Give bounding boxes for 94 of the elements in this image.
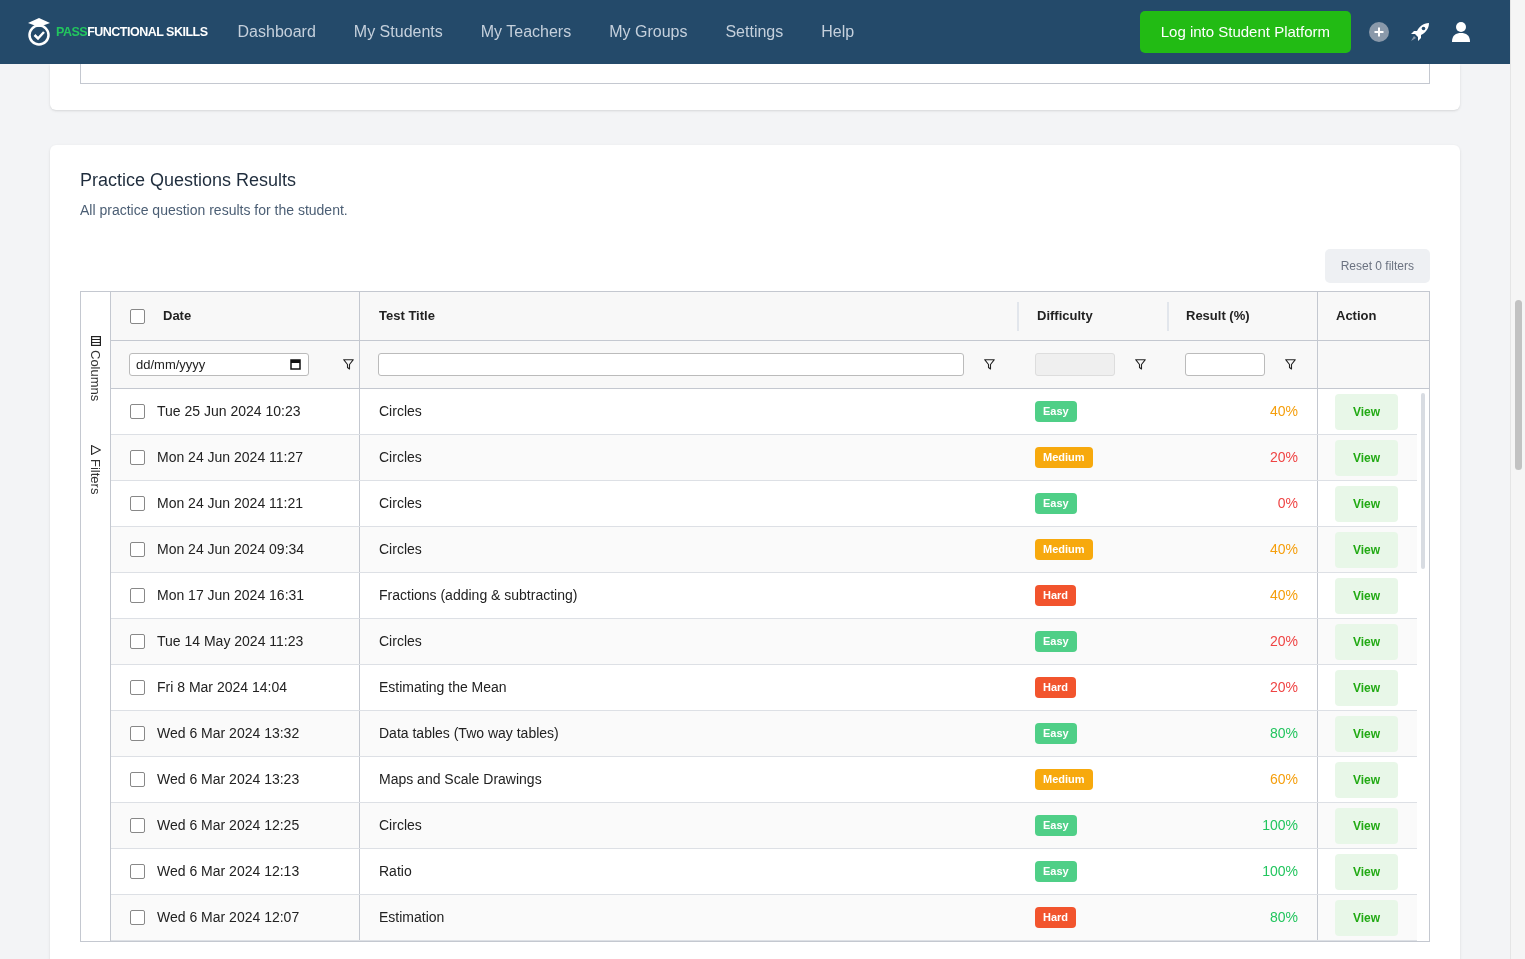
- table-cell-text: Wed 6 Mar 2024 13:23: [157, 770, 300, 789]
- row-checkbox[interactable]: [130, 772, 145, 787]
- table-cell-text: Estimation: [379, 908, 445, 927]
- table-cell-text: Mon 24 Jun 2024 11:21: [157, 494, 304, 513]
- difficulty-badge: Easy: [1035, 861, 1077, 882]
- result-filter-field[interactable]: [1185, 353, 1265, 376]
- difficulty-badge: Medium: [1035, 539, 1093, 560]
- card-title: Practice Questions Results: [80, 169, 298, 192]
- scrollbar-thumb[interactable]: [1421, 393, 1425, 569]
- row-checkbox[interactable]: [130, 496, 145, 511]
- table-cell-text: Fractions (adding & subtracting): [379, 586, 578, 605]
- result-value: 40%: [1269, 402, 1298, 421]
- reset-filters-button[interactable]: Reset 0 filters: [1324, 249, 1430, 283]
- nav-link[interactable]: Settings: [725, 20, 784, 44]
- column-header[interactable]: Action: [1336, 306, 1377, 326]
- table-cell-text: Wed 6 Mar 2024 13:32: [157, 724, 300, 743]
- table-cell-text: Wed 6 Mar 2024 12:25: [157, 816, 300, 835]
- row-checkbox[interactable]: [130, 588, 145, 603]
- column-header[interactable]: Result (%): [1186, 306, 1250, 326]
- table-cell-text: Circles: [379, 494, 422, 513]
- table-cell-text: Circles: [379, 632, 422, 651]
- row-checkbox[interactable]: [130, 542, 145, 557]
- row-checkbox[interactable]: [130, 404, 145, 419]
- difficulty-badge: Easy: [1035, 815, 1077, 836]
- filter-icon[interactable]: [1285, 359, 1296, 370]
- table-cell-text: Tue 14 May 2024 11:23: [157, 632, 304, 651]
- filter-icon: [90, 445, 101, 456]
- side-panel-tab[interactable]: Filters: [85, 445, 106, 495]
- rocket-icon[interactable]: [1410, 22, 1430, 42]
- table-cell-text: Wed 6 Mar 2024 12:07: [157, 908, 300, 927]
- filter-icon[interactable]: [343, 359, 354, 370]
- result-value: 60%: [1269, 770, 1298, 789]
- table-cell-text: Fri 8 Mar 2024 14:04: [157, 678, 287, 697]
- table-cell-text: Circles: [379, 816, 422, 835]
- row-checkbox[interactable]: [130, 910, 145, 925]
- result-value: 20%: [1269, 678, 1298, 697]
- result-value: 100%: [1262, 862, 1298, 881]
- table-cell-text: Mon 17 Jun 2024 16:31: [157, 586, 305, 605]
- title-filter-field[interactable]: [378, 353, 964, 376]
- user-icon[interactable]: [1452, 22, 1470, 42]
- nav-link[interactable]: My Groups: [609, 20, 688, 44]
- table-cell-text: Circles: [379, 402, 422, 421]
- difficulty-filter-field[interactable]: [1035, 353, 1115, 376]
- difficulty-badge: Hard: [1035, 677, 1077, 698]
- nav-link[interactable]: Dashboard: [237, 20, 316, 44]
- select-all-checkbox[interactable]: [130, 308, 145, 324]
- row-checkbox[interactable]: [130, 634, 145, 649]
- result-value: 40%: [1269, 540, 1298, 559]
- difficulty-badge: Easy: [1035, 723, 1077, 744]
- filter-icon[interactable]: [984, 359, 995, 370]
- result-value: 0%: [1277, 494, 1298, 513]
- logo-icon: [26, 17, 52, 47]
- column-header[interactable]: Date: [163, 306, 192, 326]
- result-value: 20%: [1269, 448, 1298, 467]
- table-cell-text: Circles: [379, 540, 422, 559]
- side-panel-tab[interactable]: Columns: [85, 336, 106, 402]
- column-header[interactable]: Difficulty: [1037, 306, 1093, 326]
- difficulty-badge: Easy: [1035, 401, 1077, 422]
- nav-link[interactable]: My Teachers: [480, 20, 572, 44]
- difficulty-badge: Medium: [1035, 447, 1093, 468]
- add-icon[interactable]: [1369, 22, 1389, 42]
- table-cell-text: Data tables (Two way tables): [379, 724, 559, 743]
- difficulty-badge: Easy: [1035, 493, 1077, 514]
- result-value: 40%: [1269, 586, 1298, 605]
- table-cell-text: Maps and Scale Drawings: [379, 770, 542, 789]
- nav-link[interactable]: My Students: [353, 20, 443, 44]
- logo-text[interactable]: PASSFUNCTIONAL SKILLS: [56, 22, 208, 42]
- card-subtitle: All practice question results for the student.: [80, 201, 349, 220]
- table-cell-text: Ratio: [379, 862, 412, 881]
- table-cell-text: Circles: [379, 448, 422, 467]
- row-checkbox[interactable]: [130, 450, 145, 465]
- table-cell-text: Tue 25 Jun 2024 10:23: [157, 402, 301, 421]
- result-value: 80%: [1269, 724, 1298, 743]
- row-checkbox[interactable]: [130, 864, 145, 879]
- table-cell-text: Mon 24 Jun 2024 09:34: [157, 540, 305, 559]
- row-checkbox[interactable]: [130, 680, 145, 695]
- table-cell-text: Estimating the Mean: [379, 678, 507, 697]
- difficulty-badge: Hard: [1035, 585, 1077, 606]
- date-filter-field[interactable]: dd/mm/yyyy: [129, 353, 309, 376]
- difficulty-badge: Medium: [1035, 769, 1093, 790]
- result-value: 100%: [1262, 816, 1298, 835]
- difficulty-badge: Hard: [1035, 907, 1077, 928]
- table-cell-text: Wed 6 Mar 2024 12:13: [157, 862, 300, 881]
- result-value: 80%: [1269, 908, 1298, 927]
- result-value: 20%: [1269, 632, 1298, 651]
- nav-link[interactable]: Help: [821, 20, 855, 44]
- column-header[interactable]: Test Title: [379, 306, 435, 326]
- columns-icon: [90, 336, 101, 346]
- table-cell-text: Mon 24 Jun 2024 11:27: [157, 448, 304, 467]
- row-checkbox[interactable]: [130, 818, 145, 833]
- row-checkbox[interactable]: [130, 726, 145, 741]
- filter-icon[interactable]: [1135, 359, 1146, 370]
- difficulty-badge: Easy: [1035, 631, 1077, 652]
- scrollbar-thumb[interactable]: [1514, 300, 1522, 470]
